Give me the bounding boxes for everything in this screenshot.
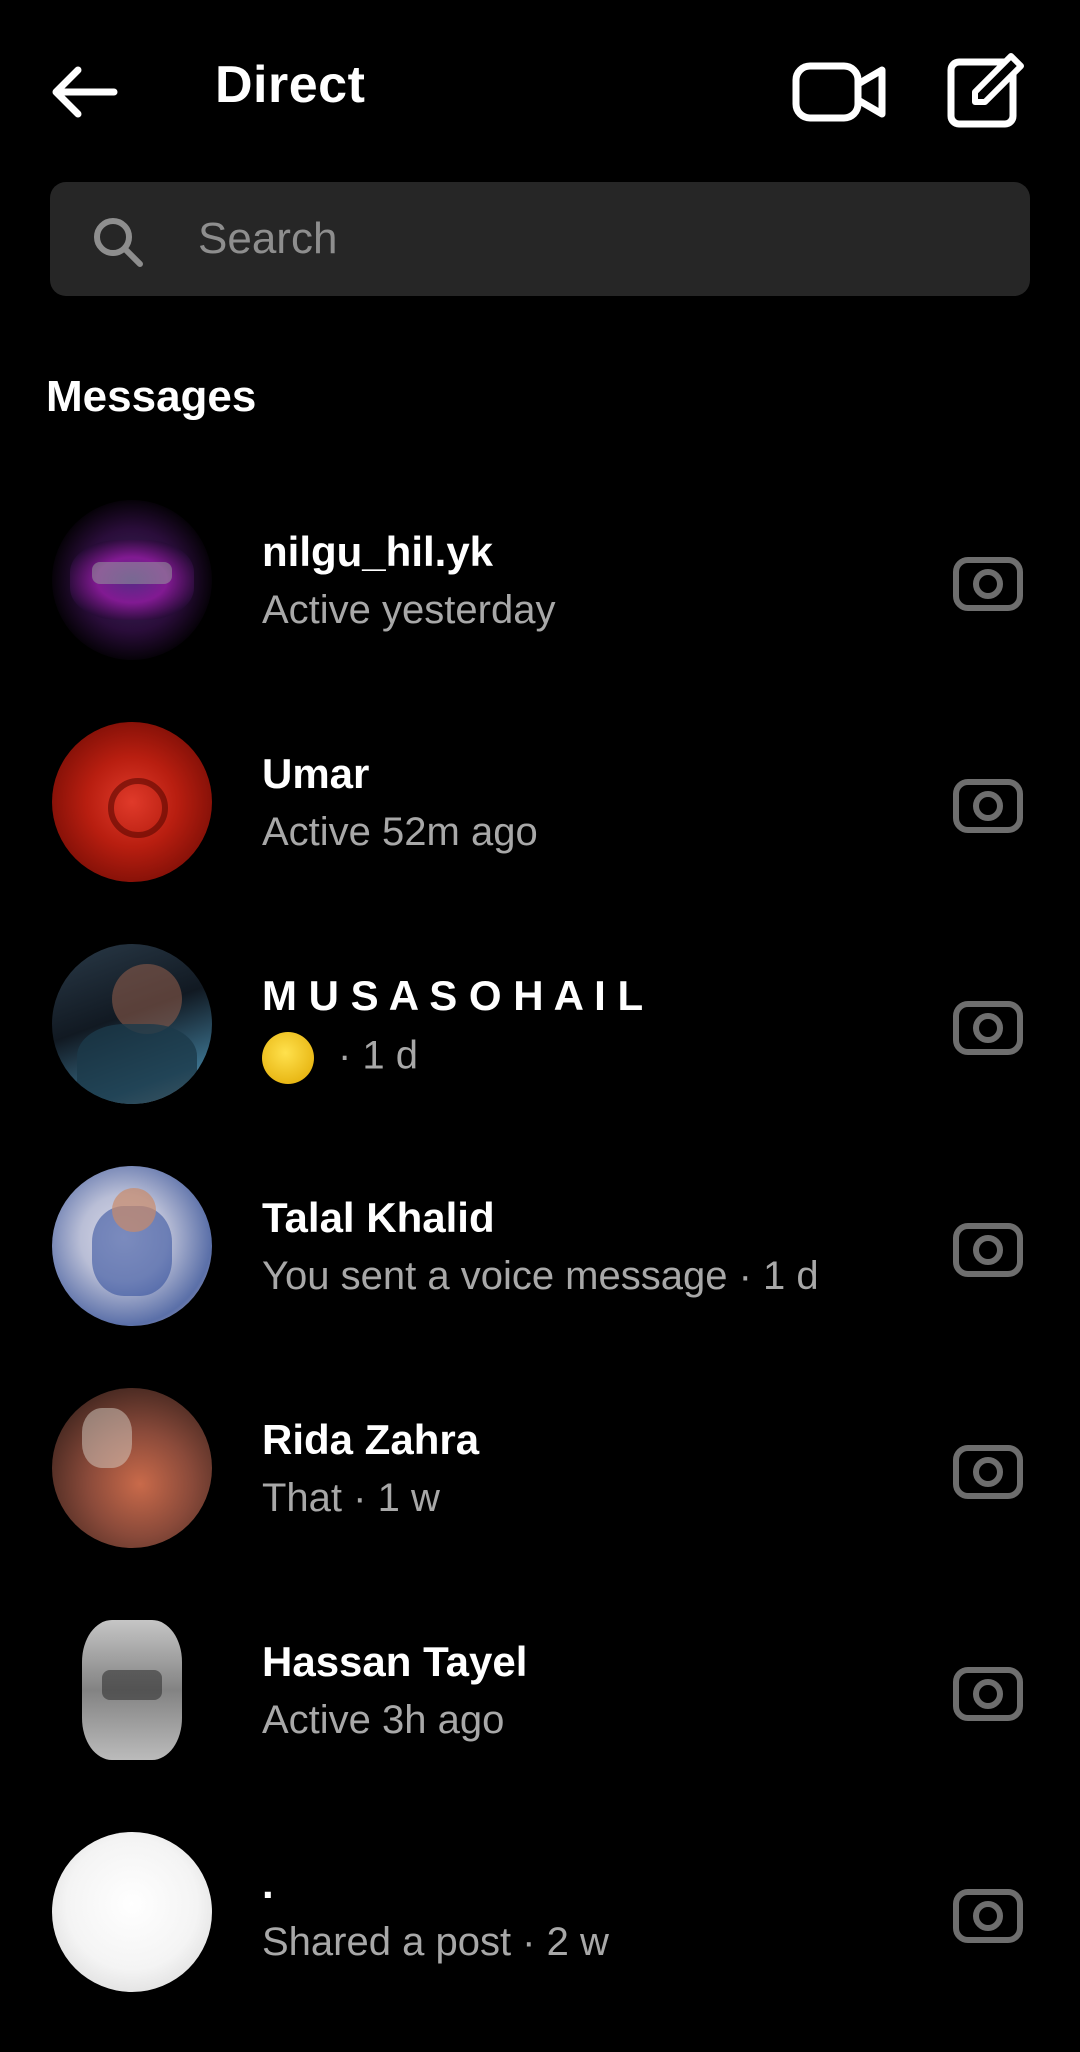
messages-section-title: Messages (46, 372, 257, 421)
camera-icon[interactable] (950, 764, 1026, 840)
search-input[interactable]: Search (50, 182, 1030, 296)
top-bar: Direct (0, 0, 1080, 180)
avatar[interactable] (52, 1166, 212, 1326)
search-placeholder: Search (198, 214, 338, 263)
conversation-row[interactable]: nilgu_hil.yk Active yesterday (0, 480, 1080, 680)
conversation-status: You sent a voice message · 1 d (262, 1254, 819, 1298)
conversation-status: That · 1 w (262, 1476, 440, 1520)
avatar[interactable] (52, 1610, 212, 1770)
camera-icon[interactable] (950, 1652, 1026, 1728)
compose-icon[interactable] (945, 52, 1025, 132)
avatar[interactable] (52, 722, 212, 882)
avatar[interactable] (52, 1832, 212, 1992)
avatar[interactable] (52, 1388, 212, 1548)
conversation-name: M U S A S O H A I L (262, 972, 644, 1019)
conversation-row[interactable]: . Shared a post · 2 w (0, 1812, 1080, 2012)
conversation-status: Active 52m ago (262, 810, 538, 854)
conversation-name: Talal Khalid (262, 1194, 495, 1241)
conversation-name: Hassan Tayel (262, 1638, 528, 1685)
conversation-row[interactable]: Umar Active 52m ago (0, 702, 1080, 902)
avatar[interactable] (52, 500, 212, 660)
conversation-name: nilgu_hil.yk (262, 528, 494, 575)
camera-icon[interactable] (950, 1430, 1026, 1506)
avatar[interactable] (52, 944, 212, 1104)
camera-icon[interactable] (950, 542, 1026, 618)
camera-icon[interactable] (950, 1874, 1026, 1950)
conversation-status: Active yesterday (262, 588, 556, 632)
conversation-row[interactable]: Hassan Tayel Active 3h ago (0, 1590, 1080, 1790)
video-camera-icon[interactable] (790, 52, 890, 132)
conversation-row[interactable]: M U S A S O H A I L · 1 d (0, 924, 1080, 1124)
conversation-row[interactable]: Talal Khalid You sent a voice message · … (0, 1146, 1080, 1346)
conversation-name: Rida Zahra (262, 1416, 480, 1463)
conversation-name: Umar (262, 750, 370, 797)
conversation-name: . (262, 1860, 274, 1907)
page-title: Direct (215, 56, 366, 114)
conversation-status: · 1 d (262, 1032, 418, 1084)
camera-icon[interactable] (950, 986, 1026, 1062)
conversation-status: Active 3h ago (262, 1698, 505, 1742)
conversation-row[interactable]: Rida Zahra That · 1 w (0, 1368, 1080, 1568)
camera-icon[interactable] (950, 1208, 1026, 1284)
back-arrow-icon[interactable] (44, 62, 124, 122)
search-icon (94, 218, 143, 267)
laughing-emoji-icon (262, 1032, 314, 1084)
conversation-status: Shared a post · 2 w (262, 1920, 609, 1964)
conversation-status-text: · 1 d (338, 1033, 419, 1078)
